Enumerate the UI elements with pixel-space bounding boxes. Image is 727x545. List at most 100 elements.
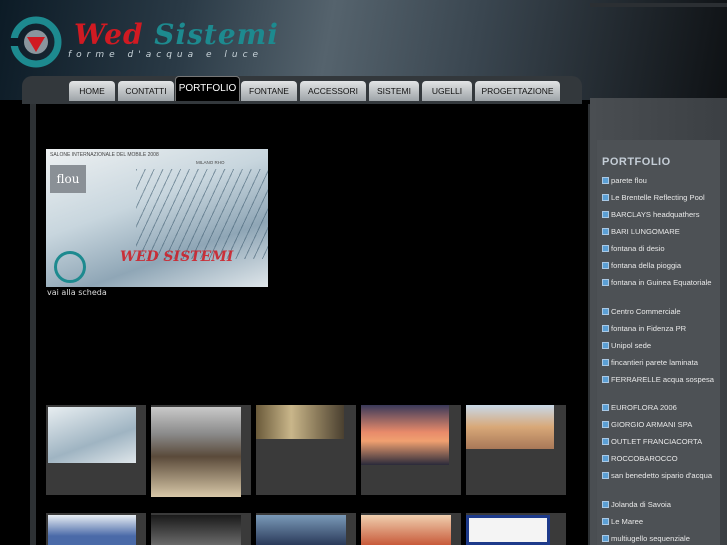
sidebar-item[interactable]: OUTLET FRANCIACORTA [602,436,717,448]
sidebar-item-label: EUROFLORA 2006 [611,403,677,412]
sidebar-item[interactable]: fontana in Fidenza PR [602,323,717,335]
bullet-icon [602,438,609,445]
sidebar-item-label: BARI LUNGOMARE [611,227,680,236]
sidebar-item-label: GIORGIO ARMANI SPA [611,420,693,429]
bullet-icon [602,262,609,269]
sidebar-item-label: fontana di desio [611,244,665,253]
thumbnail-tile[interactable] [46,513,146,545]
photo-logo-icon [54,251,86,283]
sidebar-item-label: BARCLAYS headquathers [611,210,700,219]
sidebar-item-label: multiugello sequenziale [611,534,690,543]
sidebar-item[interactable]: Le Brentelle Reflecting Pool [602,192,717,204]
brand-name-part1: Wed [74,18,144,51]
thumbnail-tile[interactable] [151,405,251,497]
sidebar-item[interactable]: EUROFLORA 2006 [602,402,717,414]
thumbnail-image [151,515,241,545]
sidebar-item[interactable]: GIORGIO ARMANI SPA [602,419,717,431]
thumbnail-tile[interactable] [361,513,461,545]
thumbnail-tile[interactable] [151,513,251,545]
featured-project-photo[interactable]: SALONE INTERNAZIONALE DEL MOBILE 2008 MI… [46,149,268,287]
thumbnail-tile[interactable] [466,513,566,545]
sidebar-item-label: Le Brentelle Reflecting Pool [611,193,705,202]
thumbnail-image [48,515,136,545]
tab-progettazione[interactable]: PROGETTAZIONE [475,81,560,101]
sidebar-item-label: OUTLET FRANCIACORTA [611,437,703,446]
bullet-icon [602,376,609,383]
sidebar-item[interactable]: Centro Commerciale [602,306,717,318]
sidebar-item-label: parete flou [611,176,647,185]
sidebar-item[interactable]: Jolanda di Savoia [602,499,717,511]
sidebar-item-label: FERRARELLE acqua sospesa [611,375,714,384]
sidebar-item[interactable]: san benedetto sipario d'acqua [602,470,717,482]
tab-home[interactable]: HOME [69,81,115,101]
tab-sistemi[interactable]: SISTEMI [369,81,419,101]
sidebar-item[interactable]: fontana di desio [602,243,717,255]
sidebar-item[interactable]: BARCLAYS headquathers [602,209,717,221]
bullet-icon [602,245,609,252]
thumbnail-image [466,405,554,449]
header-stripe [590,3,727,7]
bullet-icon [602,472,609,479]
photo-brand-watermark: WED SISTEMI [120,249,234,265]
brand-name[interactable]: Wed Sistemi [74,18,279,51]
bullet-icon [602,404,609,411]
sidebar-item-label: fontana in Fidenza PR [611,324,687,333]
tab-portfolio[interactable]: PORTFOLIO [175,76,240,101]
brand-tagline: forme d'acqua e luce [68,50,264,60]
thumbnail-image [256,515,346,545]
thumbnail-image [256,405,344,439]
bullet-icon [602,177,609,184]
logo-icon[interactable] [8,16,64,68]
sidebar-item[interactable]: multiugello sequenziale [602,533,717,545]
thumbnail-tile[interactable] [256,513,356,545]
thumbnail-image [361,515,451,545]
sidebar-item[interactable]: ROCCOBAROCCO [602,453,717,465]
sidebar-item[interactable]: Le Maree [602,516,717,528]
thumbnail-tile[interactable] [46,405,146,495]
sidebar-item-label: ROCCOBAROCCO [611,454,678,463]
tab-accessori[interactable]: ACCESSORI [300,81,366,101]
sidebar-item-label: fontana in Guinea Equatoriale [611,278,712,287]
thumbnail-image [466,515,550,545]
sidebar-item-label: san benedetto sipario d'acqua [611,471,713,480]
bullet-icon [602,518,609,525]
photo-header-text: SALONE INTERNAZIONALE DEL MOBILE 2008 [50,152,159,158]
thumbnail-tile[interactable] [466,405,566,495]
bullet-icon [602,228,609,235]
bullet-icon [602,279,609,286]
thumbnail-image [151,407,241,497]
sidebar-item[interactable]: FERRARELLE acqua sospesa [602,374,717,386]
sidebar-item[interactable]: parete flou [602,175,717,187]
sidebar-item[interactable]: fontana della pioggia [602,260,717,272]
photo-flou-logo: flou [50,165,86,193]
bullet-icon [602,359,609,366]
sidebar-item-label: Le Maree [611,517,644,526]
bullet-icon [602,421,609,428]
tab-ugelli[interactable]: UGELLI [422,81,472,101]
sidebar-item-label: fincantieri parete laminata [611,358,698,367]
sidebar-item[interactable]: fontana in Guinea Equatoriale [602,277,717,289]
tab-fontane[interactable]: FONTANE [241,81,297,101]
sidebar-title: PORTFOLIO [602,156,671,168]
sidebar-item[interactable]: fincantieri parete laminata [602,357,717,369]
bullet-icon [602,501,609,508]
view-project-link[interactable]: vai alla scheda [47,288,107,297]
photo-subheader-text: MILANO RHO [196,160,225,165]
sidebar-item-label: Jolanda di Savoia [611,500,671,509]
sidebar-item-label: Centro Commerciale [611,307,681,316]
bullet-icon [602,308,609,315]
bullet-icon [602,194,609,201]
thumbnail-tile[interactable] [256,405,356,495]
bullet-icon [602,455,609,462]
thumbnail-tile[interactable] [361,405,461,495]
bullet-icon [602,211,609,218]
thumbnail-image [361,405,449,465]
sidebar-item[interactable]: BARI LUNGOMARE [602,226,717,238]
sidebar-item[interactable]: Unipol sede [602,340,717,352]
tab-contatti[interactable]: CONTATTI [118,81,174,101]
bullet-icon [602,535,609,542]
thumbnail-image [48,407,136,463]
bullet-icon [602,325,609,332]
bullet-icon [602,342,609,349]
sidebar-item-label: fontana della pioggia [611,261,682,270]
